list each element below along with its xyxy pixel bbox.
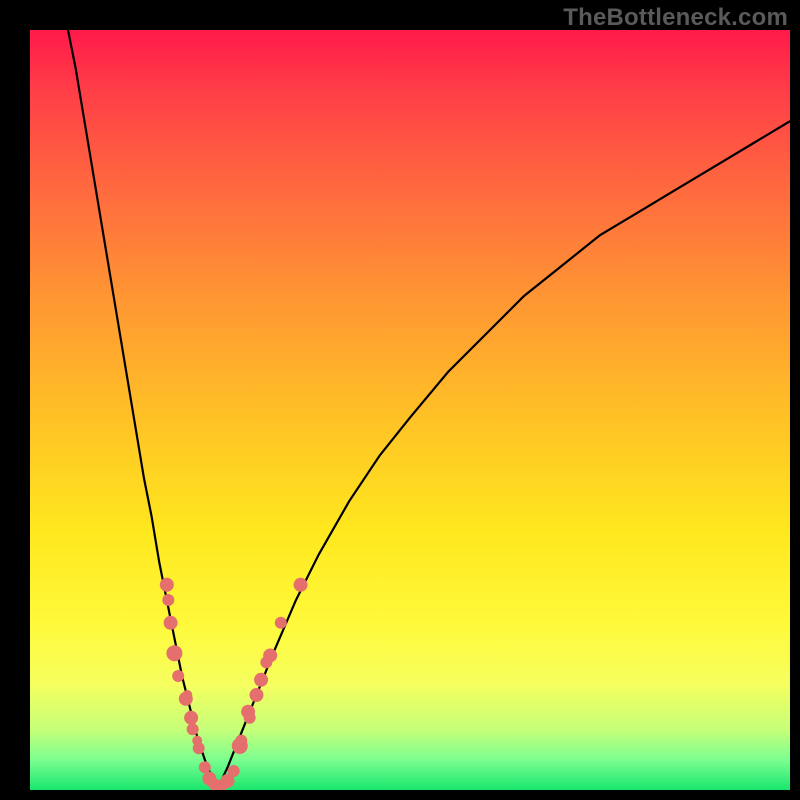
marker-dot xyxy=(164,616,178,630)
chart-svg xyxy=(30,30,790,790)
plot-area xyxy=(30,30,790,790)
marker-dot xyxy=(241,705,255,719)
marker-dot xyxy=(184,711,198,725)
marker-dot xyxy=(275,617,287,629)
marker-dot xyxy=(249,688,263,702)
marker-dot xyxy=(254,673,268,687)
marker-dot xyxy=(228,765,240,777)
marker-dot xyxy=(182,690,192,700)
marker-dot xyxy=(192,736,202,746)
marker-dot xyxy=(187,723,199,735)
marker-dot xyxy=(294,578,308,592)
marker-dot xyxy=(199,761,211,773)
marker-dot xyxy=(172,670,184,682)
curve-left-branch xyxy=(68,30,217,790)
marker-dot xyxy=(162,594,174,606)
watermark-text: TheBottleneck.com xyxy=(563,4,788,32)
marker-dot xyxy=(166,645,182,661)
chart-frame: TheBottleneck.com xyxy=(0,0,800,800)
scatter-markers xyxy=(160,578,308,790)
curve-right-branch xyxy=(217,121,790,790)
marker-dot xyxy=(263,648,277,662)
marker-dot xyxy=(235,735,247,747)
marker-dot xyxy=(160,578,174,592)
